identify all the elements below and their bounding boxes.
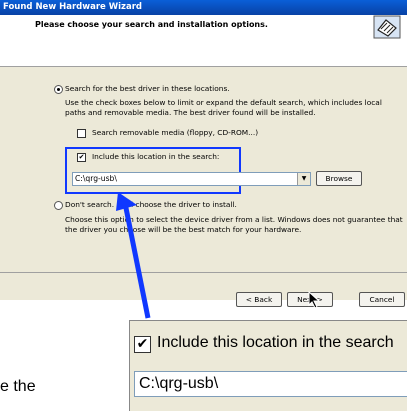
mouse-cursor-icon — [308, 291, 321, 309]
callout-arrow — [116, 192, 151, 319]
